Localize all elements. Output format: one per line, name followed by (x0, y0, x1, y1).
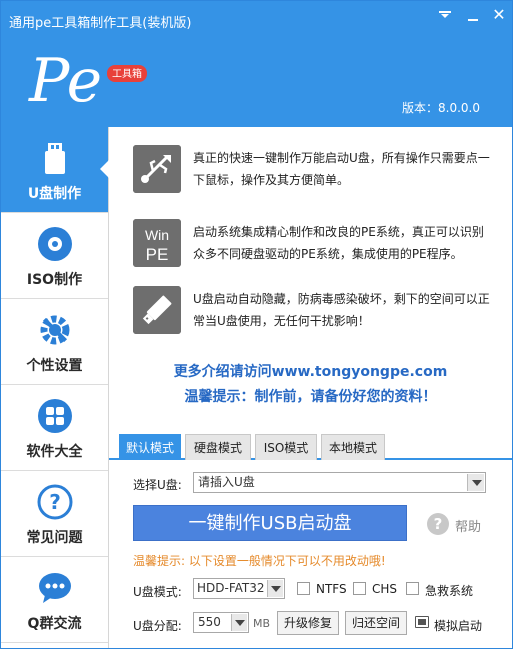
gear-wrench-icon (40, 315, 70, 345)
ntfs-checkbox[interactable] (297, 582, 310, 595)
usb-mode-select[interactable]: HDD-FAT32 (193, 578, 285, 599)
disc-icon (38, 227, 72, 261)
svg-text:PE: PE (146, 245, 169, 264)
pe-logo: Pe 工具箱 (28, 46, 147, 109)
sidebar-item-software[interactable]: 软件大全 (1, 385, 108, 471)
sidebar: U盘制作 ISO制作 个性设置 软件大全 ? 常见问题 Q群交流 (1, 127, 109, 648)
usb-stick-icon (133, 286, 181, 334)
winpe-icon: Win PE (133, 219, 181, 267)
sidebar-item-label: ISO制作 (26, 272, 83, 288)
app-window: 通用pe工具箱制作工具(装机版) ✕ Pe 工具箱 版本：8.0.0.0 U盘制… (0, 0, 513, 649)
backup-tip: 温馨提示：制作前，请备份好您的资料！ (184, 389, 437, 405)
usb-drive-icon (45, 143, 65, 174)
help-icon[interactable]: ? (427, 513, 449, 535)
sidebar-item-qgroup[interactable]: Q群交流 (1, 557, 108, 643)
partition-value: 550 (198, 615, 221, 629)
sidebar-item-label: 个性设置 (26, 358, 83, 374)
ntfs-label: NTFS (316, 582, 347, 596)
header: 通用pe工具箱制作工具(装机版) ✕ Pe 工具箱 版本：8.0.0.0 (1, 1, 512, 127)
usb-mode-label: U盘模式: (133, 585, 182, 599)
logo-badge: 工具箱 (112, 67, 142, 80)
tab-local-mode[interactable]: 本地模式 (321, 434, 385, 460)
feature-text: 启动系统集成精心制作和改良的PE系统，真正可以识别众多不同硬盘驱动的PE系统，集… (193, 225, 484, 261)
chevron-down-icon (467, 474, 484, 491)
chat-bubble-icon (39, 573, 71, 603)
chs-label: CHS (372, 582, 398, 596)
svg-text:Win: Win (145, 227, 169, 243)
usb-symbol-icon (133, 145, 181, 193)
usb-select[interactable]: 请插入U盘 (193, 472, 486, 493)
sidebar-item-faq[interactable]: ? 常见问题 (1, 471, 108, 557)
menu-icon[interactable] (437, 9, 453, 23)
tab-iso-mode[interactable]: ISO模式 (255, 434, 317, 460)
window-title: 通用pe工具箱制作工具(装机版) (9, 16, 192, 31)
sidebar-item-settings[interactable]: 个性设置 (1, 299, 108, 385)
sidebar-item-usb[interactable]: U盘制作 (1, 127, 109, 213)
feature-text: U盘启动自动隐藏，防病毒感染破坏，剩下的空间可以正常当U盘使用，无任何干扰影响！ (193, 292, 490, 328)
upgrade-repair-button[interactable]: 升级修复 (277, 611, 339, 635)
partition-select[interactable]: 550 (193, 612, 249, 633)
chevron-down-icon (267, 580, 283, 597)
svg-text:?: ? (49, 490, 61, 514)
partition-label: U盘分配: (133, 619, 182, 633)
sidebar-item-label: 软件大全 (26, 444, 83, 460)
tab-default-mode[interactable]: 默认模式 (119, 434, 181, 460)
simulate-boot-label[interactable]: 模拟启动 (434, 617, 482, 634)
partition-unit: MB (253, 617, 271, 630)
sidebar-item-label: 常见问题 (26, 530, 83, 546)
main-panel: 真正的快速一键制作万能启动U盘，所有操作只需要点一下鼠标，操作及其方便简单。 W… (109, 127, 512, 648)
rescue-checkbox[interactable] (406, 582, 419, 595)
feature-text: 真正的快速一键制作万能启动U盘，所有操作只需要点一下鼠标，操作及其方便简单。 (193, 151, 490, 187)
sidebar-item-label: Q群交流 (27, 616, 82, 632)
apps-grid-icon (38, 399, 72, 433)
usb-select-value: 请插入U盘 (198, 475, 255, 489)
tab-disk-mode[interactable]: 硬盘模式 (185, 434, 251, 460)
restore-space-button[interactable]: 归还空间 (345, 611, 407, 635)
chs-checkbox[interactable] (353, 582, 366, 595)
help-label[interactable]: 帮助 (455, 516, 481, 535)
sidebar-item-label: U盘制作 (27, 186, 82, 202)
settings-tip: 温馨提示: 以下设置一般情况下可以不用改动哦! (133, 554, 386, 568)
rescue-label: 急救系统 (425, 584, 474, 598)
question-icon: ? (37, 484, 73, 520)
select-usb-label: 选择U盘: (133, 478, 182, 492)
logo-text: Pe (28, 46, 102, 109)
usb-mode-value: HDD-FAT32 (197, 581, 265, 595)
make-usb-button[interactable]: 一键制作USB启动盘 (133, 505, 407, 541)
minimize-icon[interactable] (466, 9, 480, 23)
mode-tabs: 默认模式 硬盘模式 ISO模式 本地模式 (109, 434, 512, 460)
sidebar-item-iso[interactable]: ISO制作 (1, 213, 108, 299)
website-link[interactable]: 更多介绍请访问www.tongyongpe.com (109, 361, 512, 381)
chevron-down-icon (231, 614, 247, 631)
close-icon[interactable]: ✕ (491, 7, 507, 23)
version-label: 版本：8.0.0.0 (402, 101, 480, 115)
monitor-icon[interactable] (415, 616, 429, 628)
